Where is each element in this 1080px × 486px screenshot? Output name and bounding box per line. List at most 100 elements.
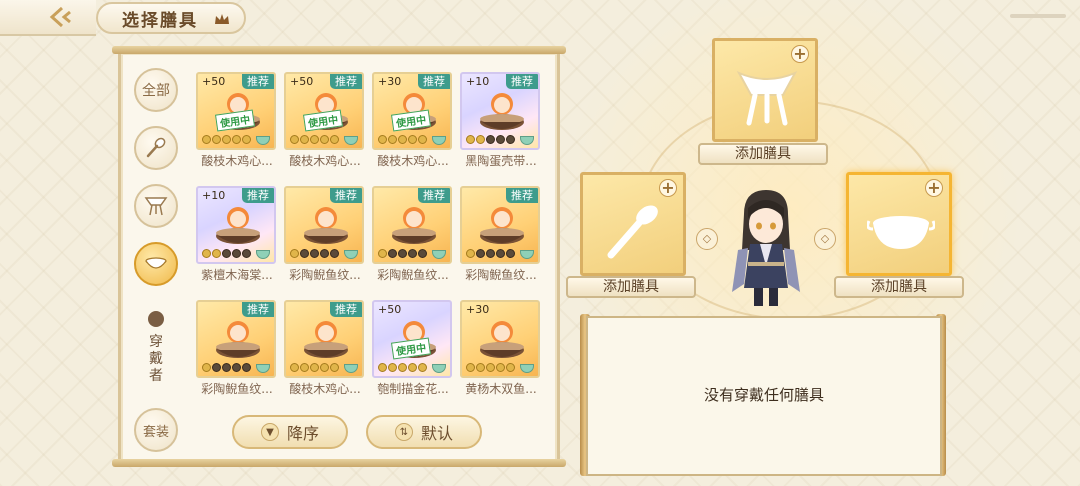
filter-cup-button[interactable] [134, 184, 178, 228]
item-card[interactable]: 推荐 彩陶鲵鱼纹... [372, 186, 452, 290]
item-card[interactable]: +30 推荐 使用中 酸枝木鸡心... [372, 72, 452, 176]
item-image: 推荐 [284, 300, 364, 378]
panel-top-rod [112, 46, 566, 54]
rating-pip [506, 363, 515, 372]
crown-icon [215, 14, 229, 24]
item-card[interactable]: +10 推荐 紫檀木海棠... [196, 186, 276, 290]
item-card[interactable]: 推荐 彩陶鲵鱼纹... [460, 186, 540, 290]
rating-pip [378, 363, 387, 372]
rating-pips [378, 363, 432, 373]
suit-button[interactable]: 套装 [134, 408, 178, 452]
item-bonus: +10 [466, 75, 490, 88]
character-avatar [732, 190, 800, 306]
slot-top-cup[interactable]: + [712, 38, 818, 142]
back-button[interactable] [0, 0, 96, 36]
rating-pip [408, 249, 417, 258]
item-image: +50 推荐 使用中 [284, 72, 364, 150]
rating-pip [242, 249, 251, 258]
info-scroll: 没有穿戴任何膳具 [586, 316, 942, 476]
item-card[interactable]: 推荐 酸枝木鸡心... [284, 300, 364, 404]
dish-illustration-icon [216, 321, 260, 358]
item-name: 酸枝木鸡心... [201, 154, 273, 168]
item-card[interactable]: +50 推荐 使用中 酸枝木鸡心... [196, 72, 276, 176]
slot-left-label: 添加膳具 [566, 276, 696, 298]
rating-pip [242, 135, 251, 144]
rating-pip [320, 363, 329, 372]
rating-pip [212, 363, 221, 372]
rating-pip [300, 135, 309, 144]
item-image: 推荐 [284, 186, 364, 264]
rating-pip [242, 363, 251, 372]
dish-illustration-icon [216, 207, 260, 244]
rating-pip [418, 363, 427, 372]
bowl-type-icon [344, 364, 358, 373]
bowl-icon [867, 216, 935, 249]
bowl-type-icon [256, 250, 270, 259]
bowl-type-icon [432, 136, 446, 145]
wine-vessel-icon [736, 70, 798, 126]
rating-pip [378, 249, 387, 258]
slot-left-spoon[interactable]: + [580, 172, 686, 276]
item-bonus: +50 [290, 75, 314, 88]
rating-pip [290, 249, 299, 258]
slot-top-label: 添加膳具 [698, 143, 828, 165]
slot-right-bowl[interactable]: + [846, 172, 952, 276]
rating-pips [290, 363, 344, 373]
plus-icon: + [659, 179, 677, 197]
rating-pip [388, 135, 397, 144]
rating-pip [408, 135, 417, 144]
item-bonus: +50 [378, 303, 402, 316]
bowl-type-icon [432, 364, 446, 373]
rating-pip [232, 363, 241, 372]
rating-pip [476, 363, 485, 372]
rating-pip [300, 363, 309, 372]
dish-illustration-icon [392, 207, 436, 244]
filter-spoon-button[interactable] [134, 126, 178, 170]
prev-character-button[interactable]: ◇ [696, 228, 718, 250]
spoon-icon [607, 205, 658, 259]
rating-pip [232, 135, 241, 144]
dish-illustration-icon [480, 321, 524, 358]
bowl-type-icon [520, 136, 534, 145]
recommend-badge: 推荐 [418, 188, 450, 203]
plus-icon: + [791, 45, 809, 63]
sort-default-button[interactable]: ⇅ 默认 [366, 415, 482, 449]
dish-illustration-icon [304, 207, 348, 244]
recommend-badge: 推荐 [330, 188, 362, 203]
item-bonus: +30 [466, 303, 490, 316]
item-card[interactable]: +30 黄杨木双鱼... [460, 300, 540, 404]
item-name: 酸枝木鸡心... [289, 154, 361, 168]
bowl-type-icon [520, 250, 534, 259]
item-image: +10 推荐 [196, 186, 276, 264]
rating-pip [496, 249, 505, 258]
item-name: 彩陶鲵鱼纹... [465, 268, 537, 282]
sort-default-label: 默认 [420, 424, 453, 443]
rating-pip [418, 135, 427, 144]
recommend-badge: 推荐 [242, 302, 274, 317]
back-arrow-icon [49, 6, 71, 28]
item-card[interactable]: 推荐 彩陶鲵鱼纹... [196, 300, 276, 404]
recommend-badge: 推荐 [506, 74, 538, 89]
next-character-button[interactable]: ◇ [814, 228, 836, 250]
item-card[interactable]: +50 推荐 使用中酸枝木鸡心... [284, 72, 364, 176]
rating-pip [398, 363, 407, 372]
rating-pip [222, 135, 231, 144]
bowl-type-icon [520, 364, 534, 373]
page-title: 选择膳具 [122, 10, 198, 31]
rating-pip [486, 249, 495, 258]
item-card[interactable]: +50 使用中 匏制描金花... [372, 300, 452, 404]
item-card[interactable]: 推荐 彩陶鲵鱼纹... [284, 186, 364, 290]
rating-pip [388, 363, 397, 372]
item-bonus: +30 [378, 75, 402, 88]
rating-pip [222, 363, 231, 372]
sort-order-button[interactable]: ▼ 降序 [232, 415, 348, 449]
bowl-icon [145, 257, 167, 269]
rating-pip [476, 135, 485, 144]
plus-icon: + [925, 179, 943, 197]
swap-arrows-icon: ⇅ [394, 423, 413, 441]
rating-pips [378, 135, 432, 145]
rating-pip [310, 363, 319, 372]
item-card[interactable]: +10 推荐 黑陶蛋壳带... [460, 72, 540, 176]
filter-bowl-button[interactable] [134, 242, 178, 286]
filter-all-button[interactable]: 全部 [134, 68, 178, 112]
